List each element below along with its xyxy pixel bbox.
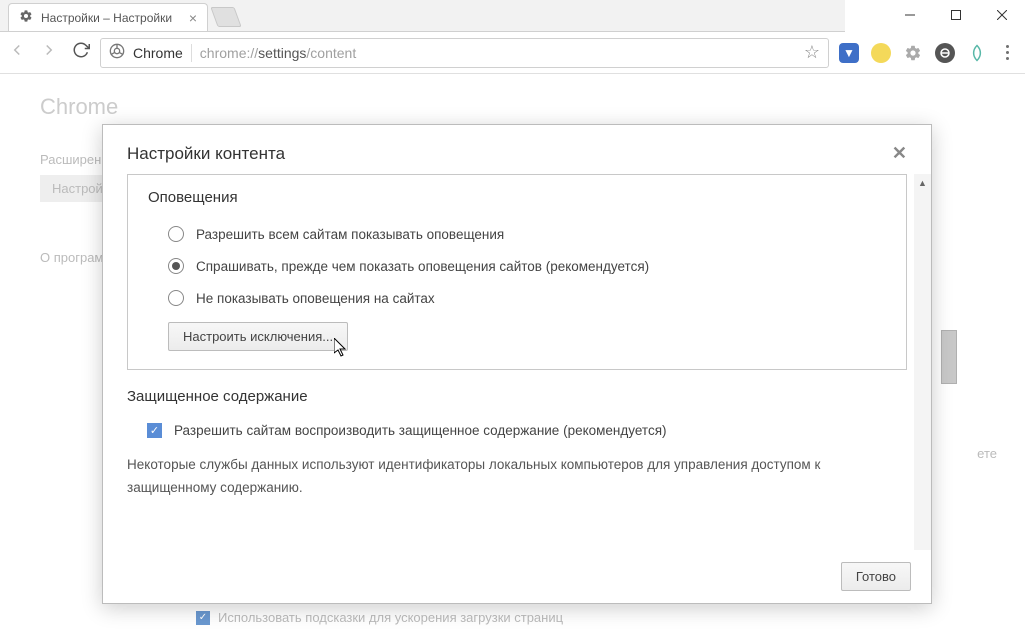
gear-icon [19,9,33,26]
extension-icons: ▼ [839,43,987,63]
background-text-fragment: ете [977,446,997,461]
extension-icon-3[interactable] [903,43,923,63]
dialog-header: Настройки контента ✕ [103,125,931,174]
page-heading: Chrome [40,94,985,120]
window-close-button[interactable] [979,0,1025,30]
content-settings-dialog: Настройки контента ✕ Оповещения Разрешит… [102,124,932,604]
browser-toolbar: Chrome chrome://settings/content ☆ ▼ [0,32,1025,74]
manage-exceptions-button[interactable]: Настроить исключения... [168,322,348,351]
radio-ask[interactable]: Спрашивать, прежде чем показать оповещен… [148,250,886,282]
notifications-section: Оповещения Разрешить всем сайтам показыв… [127,174,907,370]
extension-icon-5[interactable] [967,43,987,63]
chrome-page-icon [109,43,125,62]
checkbox-label: Разрешить сайтам воспроизводить защищенн… [174,423,667,438]
protected-content-checkbox-row[interactable]: ✓ Разрешить сайтам воспроизводить защище… [127,417,907,444]
tab-strip: Настройки – Настройки × [0,0,845,32]
back-button[interactable] [8,41,26,64]
notifications-title: Оповещения [148,189,886,206]
tab-close-icon[interactable]: × [189,10,197,26]
radio-allow-all[interactable]: Разрешить всем сайтам показывать оповеще… [148,218,886,250]
omnibox-url: chrome://settings/content [200,45,356,61]
radio-block[interactable]: Не показывать оповещения на сайтах [148,282,886,314]
background-checkbox-row: ✓ Использовать подсказки для ускорения з… [196,610,563,625]
radio-icon [168,290,184,306]
omnibox-scheme-label: Chrome [133,45,183,61]
browser-tab[interactable]: Настройки – Настройки × [8,3,208,31]
scroll-up-arrow[interactable]: ▲ [914,174,931,191]
done-button[interactable]: Готово [841,562,911,591]
extension-icon-4[interactable] [935,43,955,63]
window-minimize-button[interactable] [887,0,933,30]
window-maximize-button[interactable] [933,0,979,30]
forward-button[interactable] [40,41,58,64]
protected-content-title: Защищенное содержание [127,388,907,405]
protected-content-description: Некоторые службы данных используют идент… [127,444,907,500]
tab-title: Настройки – Настройки [41,11,172,25]
page-scrollbar-thumb[interactable] [941,330,957,384]
new-tab-button[interactable] [210,7,241,27]
protected-content-section: Защищенное содержание ✓ Разрешить сайтам… [127,388,907,500]
extension-icon-1[interactable]: ▼ [839,43,859,63]
reload-button[interactable] [72,41,90,64]
radio-label: Разрешить всем сайтам показывать оповеще… [196,227,504,242]
dialog-scrollbar[interactable]: ▲ [914,174,931,550]
radio-icon [168,258,184,274]
mouse-cursor-icon [334,338,348,363]
dialog-close-button[interactable]: ✕ [892,143,907,164]
bookmark-star-icon[interactable]: ☆ [804,42,820,63]
dialog-title: Настройки контента [127,144,285,164]
checkbox-icon: ✓ [147,423,162,438]
dialog-body: Оповещения Разрешить всем сайтам показыв… [103,174,931,550]
radio-icon [168,226,184,242]
browser-menu-button[interactable] [997,45,1017,60]
radio-label: Не показывать оповещения на сайтах [196,291,435,306]
radio-label: Спрашивать, прежде чем показать оповещен… [196,259,649,274]
dialog-footer: Готово [103,550,931,603]
extension-icon-2[interactable] [871,43,891,63]
address-bar[interactable]: Chrome chrome://settings/content ☆ [100,38,829,68]
checkbox-icon: ✓ [196,611,210,625]
